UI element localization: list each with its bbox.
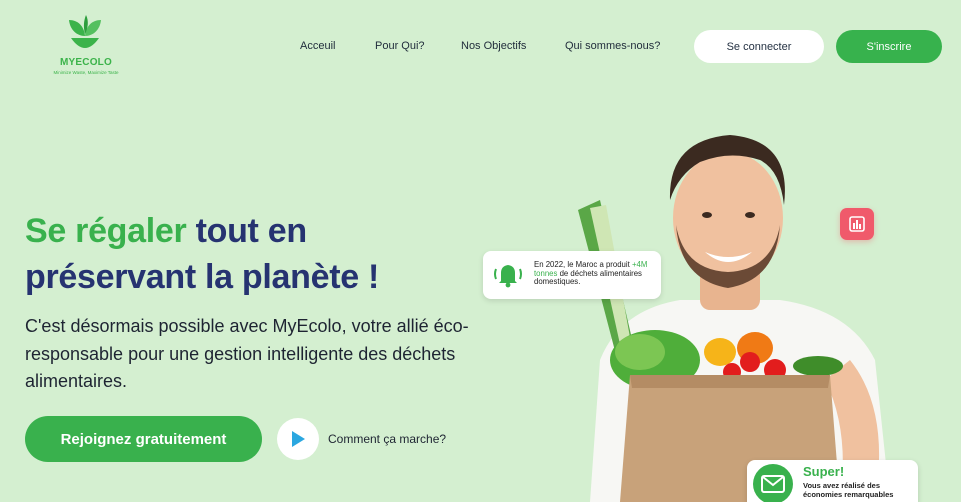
mail-icon [761, 475, 785, 493]
how-it-works-link[interactable]: Comment ça marche? [328, 432, 446, 446]
chart-badge [840, 208, 874, 240]
login-button[interactable]: Se connecter [694, 30, 824, 63]
nav-item-nos-objectifs[interactable]: Nos Objectifs [461, 40, 526, 52]
hero-person-image [578, 135, 890, 502]
stat-card: En 2022, le Maroc a produit +4M tonnes d… [483, 251, 661, 299]
nav-item-qui-sommes-nous[interactable]: Qui sommes-nous? [565, 40, 660, 52]
leaf-logo-icon [69, 15, 101, 48]
hero-title-line2: préservant la planète ! [25, 258, 380, 296]
play-button[interactable] [277, 418, 319, 460]
mail-icon-circle [753, 464, 793, 502]
brand-logo[interactable]: MYECOLO Minimize Waste, Maximize Taste [40, 14, 132, 80]
hero-title-highlight: Se régaler [25, 212, 187, 250]
hero-subtitle: C'est désormais possible avec MyEcolo, v… [25, 316, 469, 391]
stat-card-text: En 2022, le Maroc a produit +4M tonnes d… [534, 260, 656, 287]
join-free-button[interactable]: Rejoignez gratuitement [25, 416, 262, 462]
brand-tagline: Minimize Waste, Maximize Taste [53, 70, 119, 75]
success-card-title: Super! [803, 464, 845, 479]
nav-item-accueil[interactable]: Acceuil [300, 40, 335, 52]
hero-title-line1: Se régaler tout en [25, 212, 307, 251]
success-card-text: Vous avez réalisé des économies remarqua… [803, 481, 894, 499]
success-card: Super! Vous avez réalisé des économies r… [747, 460, 918, 502]
nav-item-pour-qui[interactable]: Pour Qui? [375, 40, 425, 52]
hero-title-rest: tout en [186, 212, 308, 250]
signup-button[interactable]: S'inscrire [836, 30, 942, 63]
brand-name: MYECOLO [60, 57, 112, 68]
bar-chart-icon [849, 216, 865, 232]
bell-icon [494, 265, 522, 288]
play-icon [292, 431, 305, 447]
